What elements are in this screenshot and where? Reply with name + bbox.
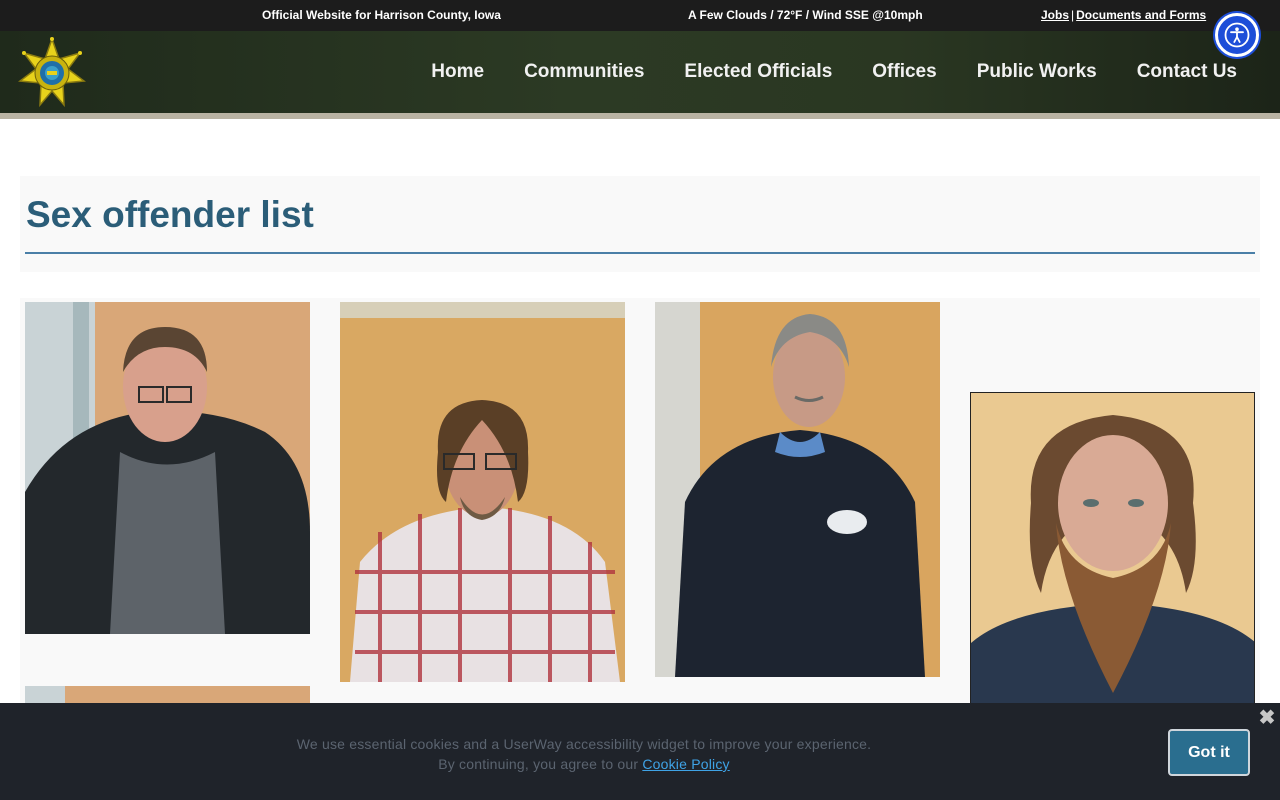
accessibility-icon [1224, 22, 1250, 48]
cookie-message-line2-text: By continuing, you agree to our [438, 756, 639, 772]
cookie-message-line1: We use essential cookies and a UserWay a… [296, 736, 872, 752]
primary-nav: Home Communities Elected Officials Offic… [431, 61, 1237, 83]
accessibility-widget-button[interactable] [1215, 13, 1259, 57]
cookie-consent-banner: We use essential cookies and a UserWay a… [0, 703, 1280, 800]
link-separator: | [1071, 8, 1075, 22]
documents-forms-link[interactable]: Documents and Forms [1076, 8, 1206, 22]
cookie-message: We use essential cookies and a UserWay a… [0, 734, 1168, 774]
nav-offices[interactable]: Offices [872, 61, 936, 83]
weather-text: A Few Clouds / 72°F / Wind SSE @10mph [688, 8, 923, 22]
utility-links: Jobs | Documents and Forms [1041, 8, 1206, 22]
cookie-message-line2: By continuing, you agree to our Cookie P… [0, 754, 1168, 774]
navbar-bottom-border [0, 113, 1280, 119]
official-website-text: Official Website for Harrison County, Io… [262, 8, 501, 22]
main-navbar: Home Communities Elected Officials Offic… [0, 31, 1280, 113]
nav-home[interactable]: Home [431, 61, 484, 83]
offender-photo-2[interactable] [340, 302, 625, 682]
offender-photo-5[interactable] [25, 686, 310, 703]
offender-photo-3[interactable] [655, 302, 940, 677]
page-title: Sex offender list [26, 194, 314, 235]
got-it-button[interactable]: Got it [1168, 729, 1250, 776]
offender-photo-1[interactable] [25, 302, 310, 634]
cookie-policy-link[interactable]: Cookie Policy [642, 756, 729, 772]
nav-elected-officials[interactable]: Elected Officials [684, 61, 832, 83]
nav-communities[interactable]: Communities [524, 61, 644, 83]
nav-contact-us[interactable]: Contact Us [1137, 61, 1237, 83]
sheriff-badge-logo[interactable] [14, 36, 90, 109]
jobs-link[interactable]: Jobs [1041, 8, 1069, 22]
title-divider [25, 252, 1255, 254]
top-utility-bar: Official Website for Harrison County, Io… [0, 0, 1280, 31]
title-panel: Sex offender list [20, 176, 1260, 272]
close-icon[interactable]: ✖ [1258, 708, 1276, 728]
nav-public-works[interactable]: Public Works [977, 61, 1097, 83]
offender-photo-4[interactable] [970, 392, 1255, 712]
